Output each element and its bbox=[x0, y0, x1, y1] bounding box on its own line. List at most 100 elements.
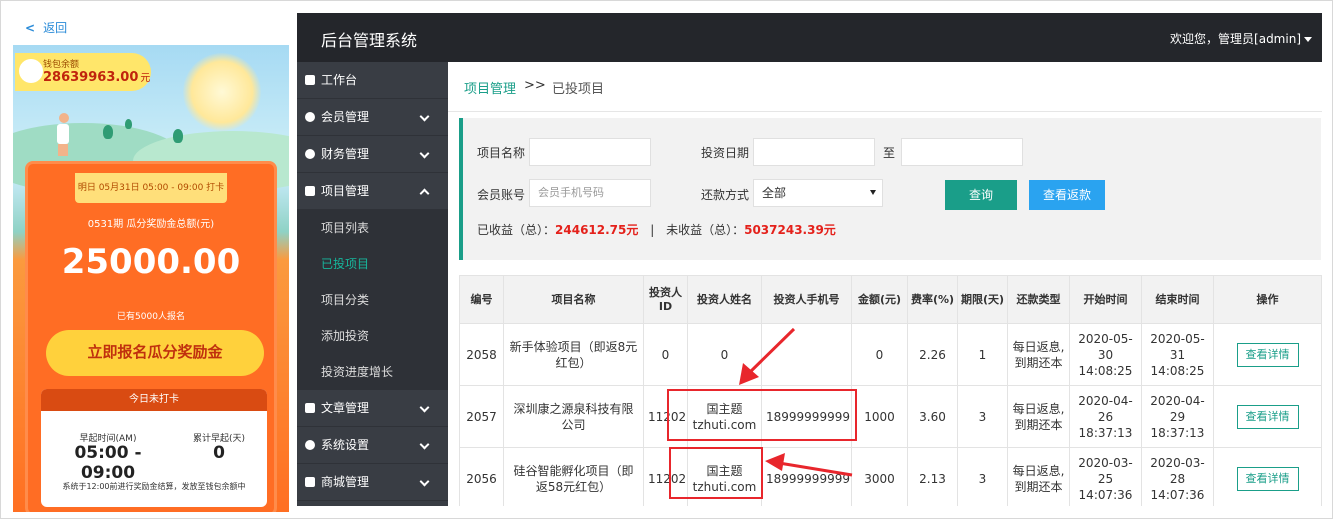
header-investor-id: 投资人ID bbox=[643, 275, 688, 324]
cell-actions: 查看详情 bbox=[1213, 385, 1322, 448]
sidebar-item-projects[interactable]: 项目管理 bbox=[297, 173, 448, 210]
table-row: 2056 硅谷智能孵化项目（即返58元红包） 11202 国主题 tzhuti.… bbox=[459, 447, 1322, 506]
header-start-time: 开始时间 bbox=[1069, 275, 1142, 324]
view-details-button[interactable]: 查看详情 bbox=[1236, 466, 1299, 491]
view-details-button[interactable]: 查看详情 bbox=[1236, 404, 1299, 429]
round-title: 0531期 瓜分奖励金总额(元) bbox=[87, 219, 215, 230]
repay-method-select[interactable]: 全部 bbox=[753, 179, 883, 207]
query-button[interactable]: 查询 bbox=[945, 180, 1017, 210]
project-name-label: 项目名称 bbox=[477, 146, 526, 160]
gear-icon bbox=[305, 440, 315, 450]
sidebar-sub-project-list[interactable]: 项目列表 bbox=[297, 210, 448, 246]
project-name-input[interactable] bbox=[529, 138, 651, 166]
chevron-left-icon: < bbox=[25, 21, 36, 35]
shop-icon bbox=[305, 477, 315, 487]
tree-illustration bbox=[103, 125, 113, 139]
chevron-down-icon bbox=[419, 402, 430, 413]
cell-investor-name: 0 bbox=[687, 323, 762, 386]
header-investor-name: 投资人姓名 bbox=[687, 275, 762, 324]
income-summary: 已收益（总）：244612.75元 | 未收益（总）：5037243.39元 bbox=[477, 221, 836, 238]
cell-repay-type: 每日返息,到期还本 bbox=[1007, 447, 1070, 506]
header-amount: 金额(元) bbox=[851, 275, 908, 324]
cell-investor-id: 0 bbox=[643, 323, 688, 386]
filter-panel: 项目名称 投资日期 至 会员账号 会员手机号码 还款方式 全部 查询 查看返款 … bbox=[459, 118, 1321, 260]
wake-time-value: 05:00 - 09:00 bbox=[74, 443, 142, 483]
sidebar-item-members[interactable]: 会员管理 bbox=[297, 99, 448, 136]
breadcrumb: 项目管理 >> 已投项目 bbox=[448, 62, 1322, 112]
admin-console: 后台管理系统 欢迎您，管理员[admin] 工作台 会员管理 财务管理 项目管理… bbox=[297, 13, 1322, 506]
member-phone-input[interactable]: 会员手机号码 bbox=[529, 179, 651, 207]
wallet-amount: 28639963.00 元 bbox=[43, 70, 151, 85]
breadcrumb-separator: >> bbox=[524, 78, 546, 93]
cell-start-time: 2020-05-30 14:08:25 bbox=[1069, 323, 1142, 386]
checkin-time-ribbon: 明日 05月31日 05:00 - 09:00 打卡 bbox=[75, 173, 227, 203]
signup-button[interactable]: 立即报名瓜分奖励金 bbox=[46, 330, 264, 376]
sidebar-item-finance[interactable]: 财务管理 bbox=[297, 136, 448, 173]
cell-rate: 2.13 bbox=[907, 447, 958, 506]
income-divider: | bbox=[650, 223, 655, 237]
view-returns-button[interactable]: 查看返款 bbox=[1029, 180, 1105, 210]
table-row: 2057 深圳康之源泉科技有限公司 11202 国主题 tzhuti.com 1… bbox=[459, 385, 1322, 448]
cell-end-time: 2020-05-31 14:08:25 bbox=[1141, 323, 1214, 386]
cell-start-time: 2020-03-25 14:07:36 bbox=[1069, 447, 1142, 506]
breadcrumb-current: 已投项目 bbox=[552, 82, 605, 97]
sidebar-item-label: 系统设置 bbox=[321, 438, 370, 452]
chevron-down-icon bbox=[419, 111, 430, 122]
cell-rate: 3.60 bbox=[907, 385, 958, 448]
header-id: 编号 bbox=[459, 275, 504, 324]
table-row: 2058 新手体验项目（即返8元红包） 0 0 0 2.26 1 每日返息,到期… bbox=[459, 323, 1322, 386]
user-menu[interactable]: 欢迎您，管理员[admin] bbox=[1170, 30, 1312, 47]
exercising-person-illustration bbox=[57, 113, 71, 156]
chevron-down-icon bbox=[419, 148, 430, 159]
sidebar-item-dashboard[interactable]: 工作台 bbox=[297, 62, 448, 99]
cell-repay-type: 每日返息,到期还本 bbox=[1007, 323, 1070, 386]
cell-amount: 3000 bbox=[851, 447, 908, 506]
sidebar: 工作台 会员管理 财务管理 项目管理 项目列表 已投项目 项目分类 添加投资 投… bbox=[297, 62, 448, 506]
invest-date-end-input[interactable] bbox=[901, 138, 1023, 166]
cell-id: 2056 bbox=[459, 447, 504, 506]
sidebar-sub-progress-growth[interactable]: 投资进度增长 bbox=[297, 354, 448, 390]
cell-investor-phone: 18999999999 bbox=[761, 447, 852, 506]
cell-end-time: 2020-04-29 18:37:13 bbox=[1141, 385, 1214, 448]
sidebar-item-shop[interactable]: 商城管理 bbox=[297, 464, 448, 501]
dashboard-icon bbox=[305, 75, 315, 85]
chevron-down-icon bbox=[419, 439, 430, 450]
invested-projects-table: 编号 项目名称 投资人ID 投资人姓名 投资人手机号 金额(元) 费率(%) 期… bbox=[459, 275, 1322, 506]
date-to-label: 至 bbox=[883, 146, 896, 160]
chevron-down-icon bbox=[419, 476, 430, 487]
earned-label: 已收益（总）： bbox=[477, 223, 556, 237]
cell-end-time: 2020-03-28 14:07:36 bbox=[1141, 447, 1214, 506]
view-details-button[interactable]: 查看详情 bbox=[1236, 342, 1299, 367]
reward-card: 明日 05月31日 05:00 - 09:00 打卡 0531期 瓜分奖励金总额… bbox=[25, 161, 277, 512]
header-project-name: 项目名称 bbox=[503, 275, 644, 324]
project-icon bbox=[305, 186, 315, 196]
header-end-time: 结束时间 bbox=[1141, 275, 1214, 324]
mobile-checkin-page: < 返回 钱包余额 28639963.00 元 明日 05月31日 05:00 - … bbox=[13, 9, 289, 512]
pending-label: 未收益（总）： bbox=[666, 223, 745, 237]
header-rate: 费率(%) bbox=[907, 275, 958, 324]
cell-project-name: 深圳康之源泉科技有限公司 bbox=[503, 385, 644, 448]
cell-amount: 1000 bbox=[851, 385, 908, 448]
cell-project-name: 新手体验项目（即返8元红包） bbox=[503, 323, 644, 386]
repay-selected: 全部 bbox=[762, 186, 787, 200]
invest-date-start-input[interactable] bbox=[753, 138, 875, 166]
sidebar-sub-invested-projects[interactable]: 已投项目 bbox=[297, 246, 448, 282]
members-icon bbox=[305, 112, 315, 122]
cell-repay-type: 每日返息,到期还本 bbox=[1007, 385, 1070, 448]
cell-actions: 查看详情 bbox=[1213, 323, 1322, 386]
breadcrumb-parent[interactable]: 项目管理 bbox=[464, 78, 516, 97]
cell-start-time: 2020-04-26 18:37:13 bbox=[1069, 385, 1142, 448]
sidebar-sub-project-categories[interactable]: 项目分类 bbox=[297, 282, 448, 318]
sidebar-item-settings[interactable]: 系统设置 bbox=[297, 427, 448, 464]
sidebar-item-articles[interactable]: 文章管理 bbox=[297, 390, 448, 427]
screenshot-root: < 返回 钱包余额 28639963.00 元 明日 05月31日 05:00 - … bbox=[0, 0, 1333, 519]
sidebar-sub-add-investment[interactable]: 添加投资 bbox=[297, 318, 448, 354]
back-label: 返回 bbox=[43, 21, 68, 35]
sidebar-item-label: 项目管理 bbox=[321, 184, 370, 198]
cell-term: 1 bbox=[957, 323, 1008, 386]
repay-method-label: 还款方式 bbox=[701, 188, 750, 202]
cell-term: 3 bbox=[957, 447, 1008, 506]
cell-term: 3 bbox=[957, 385, 1008, 448]
avatar bbox=[19, 59, 43, 83]
back-link[interactable]: < 返回 bbox=[25, 19, 67, 36]
